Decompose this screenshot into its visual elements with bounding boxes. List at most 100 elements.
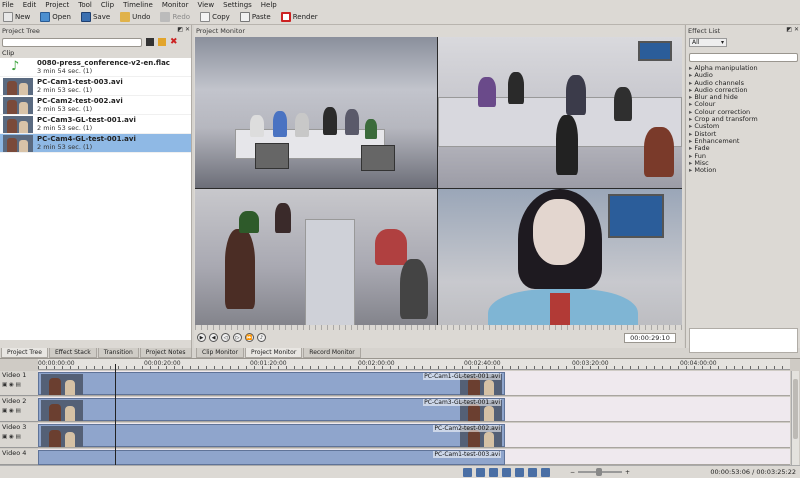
- left-dock-tabs: Project Tree Effect Stack Transition Pro…: [1, 348, 193, 358]
- save-button[interactable]: Save: [80, 12, 110, 22]
- monitor-ruler[interactable]: [195, 325, 682, 330]
- video-thumbnail: [3, 115, 33, 133]
- menu-project[interactable]: Project: [45, 1, 69, 9]
- tab-project-monitor[interactable]: Project Monitor: [245, 348, 303, 358]
- audio-thumb-icon[interactable]: [528, 468, 537, 477]
- track-header-video2[interactable]: Video 2 ▣ ◉ ▤: [0, 397, 38, 422]
- ruler-mark: 00:00:20:00: [144, 360, 181, 367]
- timeline-clip[interactable]: PC-Cam2-test-002.avi: [38, 424, 505, 447]
- clip-duration: 2 min 53 sec. (1): [37, 86, 93, 94]
- clip-column-header[interactable]: Clip: [2, 49, 14, 57]
- clip-name: 0080-press_conference-v2-en.flac: [37, 59, 170, 67]
- undo-button[interactable]: Undo: [120, 12, 150, 22]
- paste-button[interactable]: Paste: [239, 12, 271, 22]
- clip-name: PC-Cam4-GL-test-001.avi: [37, 135, 136, 143]
- render-button[interactable]: Render: [280, 12, 318, 22]
- clip-item-audio[interactable]: 0080-press_conference-v2-en.flac3 min 54…: [0, 58, 191, 77]
- play-icon[interactable]: ▶: [197, 333, 206, 342]
- timeline-ruler[interactable]: 00:00:00:00 00:00:20:00 00:01:20:00 00:0…: [38, 359, 790, 370]
- volume-icon[interactable]: ♪: [257, 333, 266, 342]
- forward-icon[interactable]: ⏩: [245, 333, 254, 342]
- menu-monitor[interactable]: Monitor: [162, 1, 189, 9]
- razor-tool-icon[interactable]: [476, 468, 485, 477]
- new-button[interactable]: New: [3, 12, 30, 22]
- zoom-out-icon[interactable]: −: [570, 469, 575, 476]
- timeline-status-bar: − + 00:00:53:06 / 00:03:25:22: [0, 465, 800, 478]
- zoom-in-icon[interactable]: +: [625, 469, 630, 476]
- timeline-position: 00:00:53:06: [710, 468, 750, 476]
- menu-settings[interactable]: Settings: [223, 1, 252, 9]
- timeline-zoom-slider[interactable]: − +: [570, 468, 630, 476]
- tab-effect-stack[interactable]: Effect Stack: [48, 348, 97, 358]
- clip-item-cam3[interactable]: PC-Cam3-GL-test-001.avi 2 min 53 sec. (1): [0, 115, 191, 134]
- menu-tool[interactable]: Tool: [78, 1, 92, 9]
- thumbnail-toggle-icon[interactable]: [515, 468, 524, 477]
- tab-project-notes[interactable]: Project Notes: [139, 348, 192, 358]
- rewind-icon[interactable]: ◀: [209, 333, 218, 342]
- tab-project-tree[interactable]: Project Tree: [1, 348, 48, 358]
- effect-category[interactable]: Motion: [689, 166, 798, 174]
- video-preview[interactable]: [195, 37, 682, 344]
- edit-clip-icon[interactable]: [158, 38, 166, 46]
- clip-item-cam1[interactable]: PC-Cam1-test-003.avi 2 min 53 sec. (1): [0, 77, 191, 96]
- redo-button[interactable]: Redo: [160, 12, 190, 22]
- copy-button[interactable]: Copy: [200, 12, 230, 22]
- menu-view[interactable]: View: [197, 1, 214, 9]
- open-button[interactable]: Open: [40, 12, 71, 22]
- track-header-video4[interactable]: Video 4: [0, 449, 38, 465]
- camera-view-3: [195, 189, 437, 344]
- snap-icon[interactable]: [502, 468, 511, 477]
- track-header-video1[interactable]: Video 1 ▣ ◉ ▤: [0, 371, 38, 396]
- previous-frame-icon[interactable]: ◁: [221, 333, 230, 342]
- track-video4[interactable]: PC-Cam1-test-003.avi: [38, 449, 790, 465]
- menu-edit[interactable]: Edit: [23, 1, 37, 9]
- menu-file[interactable]: File: [2, 1, 14, 9]
- panel-close-icon[interactable]: ◩ ✕: [786, 26, 799, 33]
- track-toggle-icons[interactable]: ▣ ◉ ▤: [2, 382, 38, 388]
- tab-record-monitor[interactable]: Record Monitor: [303, 348, 361, 358]
- timeline-clip[interactable]: PC-Cam1-GL-test-001.avi: [38, 372, 505, 395]
- timeline-panel: 00:00:00:00 00:00:20:00 00:01:20:00 00:0…: [0, 358, 800, 478]
- selection-tool-icon[interactable]: [463, 468, 472, 477]
- track-video3[interactable]: PC-Cam2-test-002.avi: [38, 423, 790, 448]
- video-thumbnail: [3, 134, 33, 152]
- timeline-tool-icons: [463, 468, 554, 477]
- camera-view-1: [195, 37, 437, 188]
- track-header-video3[interactable]: Video 3 ▣ ◉ ▤: [0, 423, 38, 448]
- video-thumbnail: [3, 96, 33, 114]
- track-video2[interactable]: PC-Cam3-GL-test-001.avi: [38, 397, 790, 422]
- delete-clip-icon[interactable]: ✖: [170, 38, 178, 47]
- effect-filter-select[interactable]: All: [689, 38, 727, 47]
- timeline-playhead[interactable]: [115, 364, 116, 469]
- menu-help[interactable]: Help: [261, 1, 277, 9]
- monitor-controls: ▶ ◀ ◁ ▷ ⏩ ♪ 00:00:29:10: [195, 325, 682, 346]
- tab-transition[interactable]: Transition: [97, 348, 139, 358]
- clip-item-cam4[interactable]: PC-Cam4-GL-test-001.avi 2 min 53 sec. (1): [0, 134, 191, 153]
- markers-icon[interactable]: [541, 468, 550, 477]
- timeline-clip[interactable]: PC-Cam3-GL-test-001.avi: [38, 398, 505, 421]
- monitor-timecode[interactable]: 00:00:29:10: [624, 333, 676, 343]
- panel-close-icon[interactable]: ◩ ✕: [177, 26, 190, 33]
- timeline-scrollbar[interactable]: [791, 371, 799, 466]
- clip-item-cam2[interactable]: PC-Cam2-test-002.avi 2 min 53 sec. (1): [0, 96, 191, 115]
- track-video1[interactable]: PC-Cam1-GL-test-001.avi: [38, 371, 790, 396]
- effect-search-input[interactable]: [689, 53, 798, 62]
- track-toggle-icons[interactable]: ▣ ◉ ▤: [2, 434, 38, 440]
- menu-bar: File Edit Project Tool Clip Timeline Mon…: [0, 0, 800, 10]
- timeline-duration: 00:03:25:22: [756, 468, 796, 476]
- ruler-mark: 00:02:00:00: [358, 360, 395, 367]
- project-search-input[interactable]: [2, 37, 142, 47]
- next-frame-icon[interactable]: ▷: [233, 333, 242, 342]
- menu-timeline[interactable]: Timeline: [123, 1, 153, 9]
- timeline-clip[interactable]: PC-Cam1-test-003.avi: [38, 450, 505, 465]
- clip-list: 0080-press_conference-v2-en.flac3 min 54…: [0, 58, 191, 340]
- tab-clip-monitor[interactable]: Clip Monitor: [196, 348, 245, 358]
- video-thumbnail: [3, 77, 33, 95]
- menu-clip[interactable]: Clip: [101, 1, 114, 9]
- clip-menu-icon[interactable]: [146, 38, 154, 46]
- paste-label: Paste: [251, 13, 271, 21]
- monitor-title: Project Monitor: [194, 26, 684, 35]
- track-toggle-icons[interactable]: ▣ ◉ ▤: [2, 408, 38, 414]
- timeline-clip-label: PC-Cam1-GL-test-001.avi: [423, 373, 501, 380]
- spacer-tool-icon[interactable]: [489, 468, 498, 477]
